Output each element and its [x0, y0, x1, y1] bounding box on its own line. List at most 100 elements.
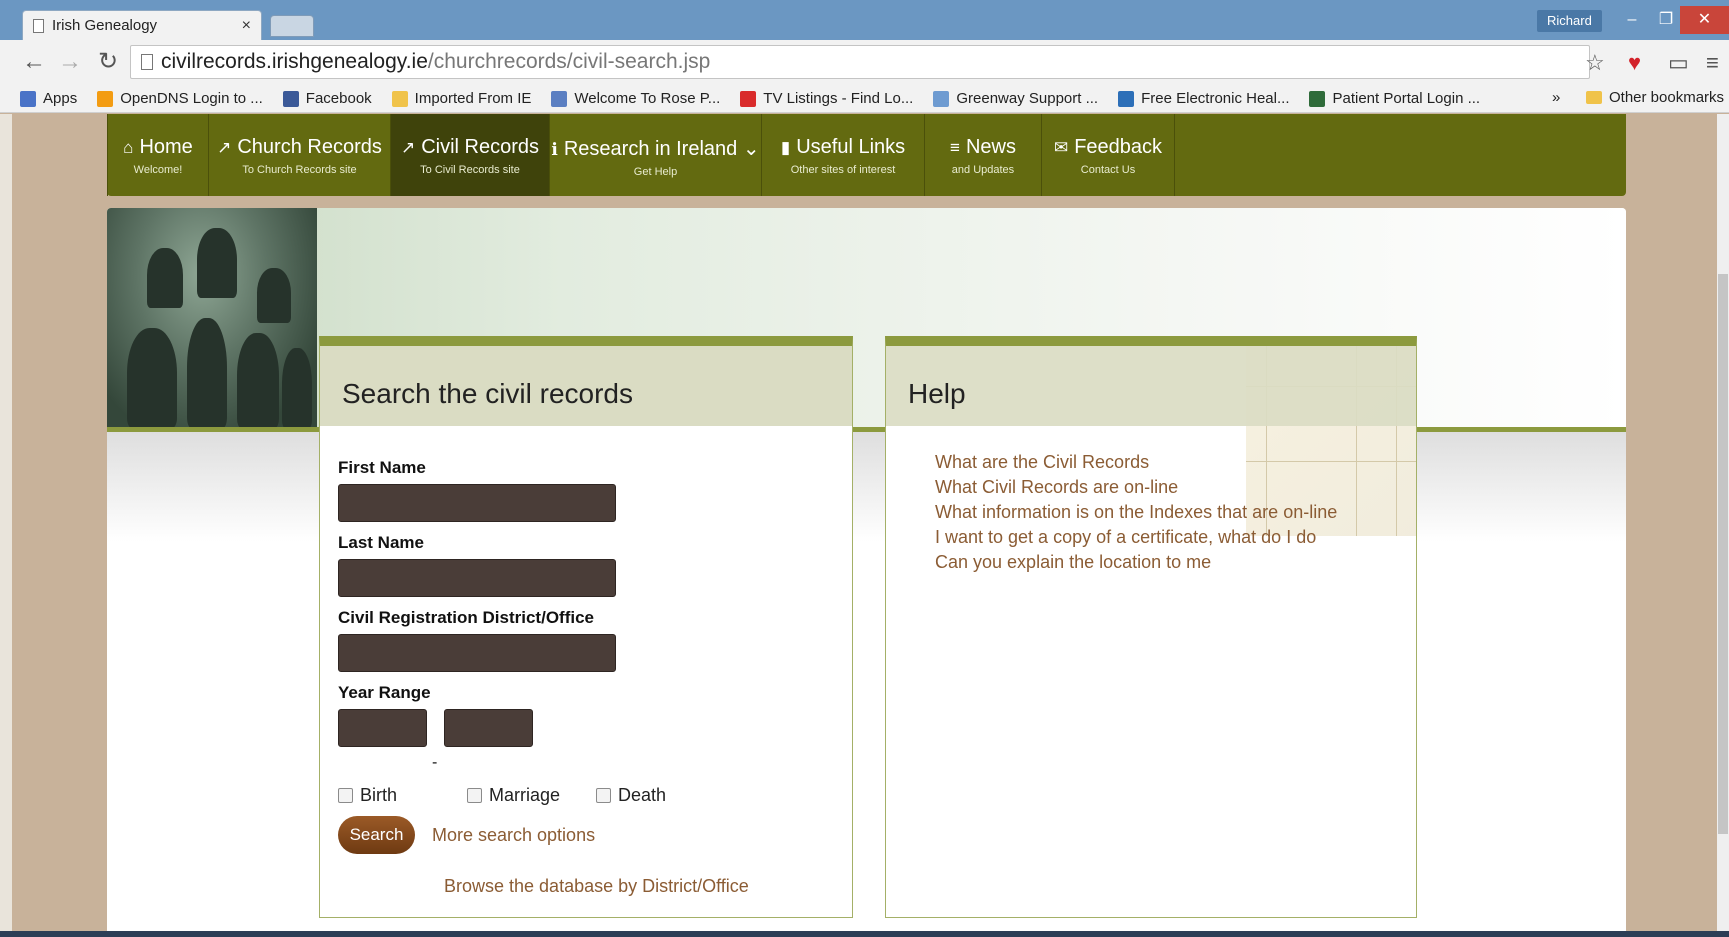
bookmark-label: Apps	[43, 90, 78, 107]
scrollbar-thumb[interactable]	[1718, 274, 1728, 834]
bookmark-item[interactable]: Imported From IE	[391, 90, 531, 107]
nav-sublabel: To Civil Records site	[420, 164, 520, 176]
page-scrollbar[interactable]	[1717, 114, 1729, 931]
help-link[interactable]: What are the Civil Records	[935, 450, 1337, 475]
page-viewport: ⌂ Home Welcome! ↗ Church Records To Church Re…	[0, 114, 1729, 931]
bookmark-item[interactable]: Free Electronic Heal...	[1118, 90, 1289, 107]
cast-icon[interactable]: ▭	[1668, 50, 1689, 76]
year-range-dash: -	[432, 754, 438, 771]
bookmarks-overflow-icon[interactable]: »	[1552, 89, 1560, 106]
bookmark-star-icon[interactable]: ☆	[1585, 50, 1605, 76]
birth-label: Birth	[360, 785, 398, 805]
facebook-icon	[282, 90, 299, 107]
pocket-icon[interactable]: ♥	[1628, 50, 1641, 76]
site-nav: ⌂ Home Welcome! ↗ Church Records To Church Re…	[107, 114, 1626, 196]
checkbox-box[interactable]	[467, 788, 482, 803]
reload-icon[interactable]: ↻	[94, 48, 122, 76]
page-left-edge	[0, 114, 12, 931]
folder-icon	[391, 90, 408, 107]
search-panel: Search the civil records First Name Last…	[319, 336, 853, 918]
close-window-icon[interactable]: ✕	[1680, 6, 1729, 34]
menu-icon[interactable]: ≡	[1706, 50, 1719, 76]
bookmark-item[interactable]: TV Listings - Find Lo...	[740, 90, 913, 107]
nav-sublabel: and Updates	[951, 164, 1015, 176]
page-icon	[141, 54, 153, 70]
nav-label: Useful Links	[796, 136, 906, 158]
folder-icon	[1586, 91, 1602, 104]
marriage-checkbox[interactable]: Marriage	[467, 785, 560, 806]
death-checkbox[interactable]: Death	[596, 785, 666, 806]
nav-sublabel: Contact Us	[1080, 164, 1136, 176]
browser-tab[interactable]: Irish Genealogy ×	[22, 10, 262, 40]
marriage-label: Marriage	[489, 785, 561, 805]
nav-item-feedback[interactable]: ✉ Feedback Contact Us	[1042, 114, 1175, 196]
help-link[interactable]: What information is on the Indexes that …	[935, 500, 1337, 525]
more-search-options-link[interactable]: More search options	[432, 825, 595, 846]
help-link[interactable]: What Civil Records are on-line	[935, 475, 1337, 500]
profile-button[interactable]: Richard	[1537, 10, 1602, 32]
bookmark-item[interactable]: Patient Portal Login ...	[1309, 90, 1480, 107]
url-host: civilrecords.irishgenealogy.ie	[161, 50, 428, 73]
nav-item-home[interactable]: ⌂ Home Welcome!	[107, 114, 209, 196]
browser-title-bar: Irish Genealogy × Richard – ❐ ✕	[0, 0, 1729, 40]
death-label: Death	[618, 785, 667, 805]
address-bar: ← → ↻ civilrecords.irishgenealogy.ie/chu…	[0, 40, 1729, 85]
year-to-input[interactable]	[444, 709, 533, 747]
hero-photo	[107, 208, 317, 428]
forward-arrow-icon[interactable]: →	[56, 48, 84, 76]
first-name-input[interactable]	[338, 484, 616, 522]
help-link[interactable]: I want to get a copy of a certificate, w…	[935, 525, 1337, 550]
home-icon: ⌂	[123, 138, 134, 157]
other-bookmarks[interactable]: Other bookmarks	[1586, 89, 1724, 106]
bookmark-label: Patient Portal Login ...	[1332, 90, 1481, 107]
help-links: What are the Civil Records What Civil Re…	[935, 450, 1337, 575]
main-content: Search the civil records First Name Last…	[107, 208, 1626, 931]
new-tab-button[interactable]	[270, 15, 314, 37]
nav-item-research-in-ireland[interactable]: ℹ Research in Ireland ⌄ Get Help	[550, 114, 762, 196]
first-name-label: First Name	[338, 458, 426, 477]
nav-item-useful-links[interactable]: ▮ Useful Links Other sites of interest	[762, 114, 925, 196]
year-range-label: Year Range	[338, 683, 431, 702]
portal-icon	[1309, 90, 1326, 107]
bookmark-label: Welcome To Rose P...	[574, 90, 721, 107]
checkbox-box[interactable]	[596, 788, 611, 803]
list-icon: ≡	[950, 138, 960, 157]
search-button[interactable]: Search	[338, 816, 415, 854]
district-input[interactable]	[338, 634, 616, 672]
last-name-input[interactable]	[338, 559, 616, 597]
nav-label: Civil Records	[421, 136, 540, 158]
bookmark-item[interactable]: Welcome To Rose P...	[551, 90, 720, 107]
tab-title: Irish Genealogy	[52, 17, 158, 34]
nav-item-civil-records[interactable]: ↗ Civil Records To Civil Records site	[391, 114, 550, 196]
opendns-icon	[97, 90, 114, 107]
external-link-icon: ↗	[217, 138, 232, 157]
url-path: /churchrecords/civil-search.jsp	[427, 50, 711, 73]
rose-icon	[551, 90, 568, 107]
apps-grid-icon	[20, 90, 36, 107]
bookmark-item[interactable]: OpenDNS Login to ...	[97, 90, 263, 107]
nav-item-news[interactable]: ≡ News and Updates	[925, 114, 1042, 196]
search-panel-title: Search the civil records	[320, 346, 852, 426]
back-arrow-icon[interactable]: ←	[20, 48, 48, 76]
checkbox-box[interactable]	[338, 788, 353, 803]
birth-checkbox[interactable]: Birth	[338, 785, 397, 806]
bookmark-label: Greenway Support ...	[956, 90, 1099, 107]
help-panel: Help What are the Civil Records What Civ…	[885, 336, 1417, 918]
bookmark-item[interactable]: Greenway Support ...	[933, 90, 1098, 107]
nav-label: Research in Ireland	[563, 138, 738, 160]
nav-sublabel: Welcome!	[133, 164, 183, 176]
district-label: Civil Registration District/Office	[338, 608, 594, 627]
help-panel-title: Help	[886, 346, 1416, 426]
bookmark-item[interactable]: Apps	[20, 90, 77, 107]
nav-item-church-records[interactable]: ↗ Church Records To Church Records site	[209, 114, 391, 196]
cloud-icon	[933, 90, 950, 107]
bookmark-item[interactable]: Facebook	[282, 90, 372, 107]
year-from-input[interactable]	[338, 709, 427, 747]
page-icon	[33, 18, 44, 33]
url-input[interactable]: civilrecords.irishgenealogy.ie/churchrec…	[130, 45, 1590, 79]
tab-close-icon[interactable]: ×	[242, 17, 251, 35]
bookmark-icon: ▮	[780, 138, 791, 157]
help-link[interactable]: Can you explain the location to me	[935, 550, 1337, 575]
browse-district-link[interactable]: Browse the database by District/Office	[444, 876, 749, 897]
nav-label: Feedback	[1074, 136, 1163, 158]
